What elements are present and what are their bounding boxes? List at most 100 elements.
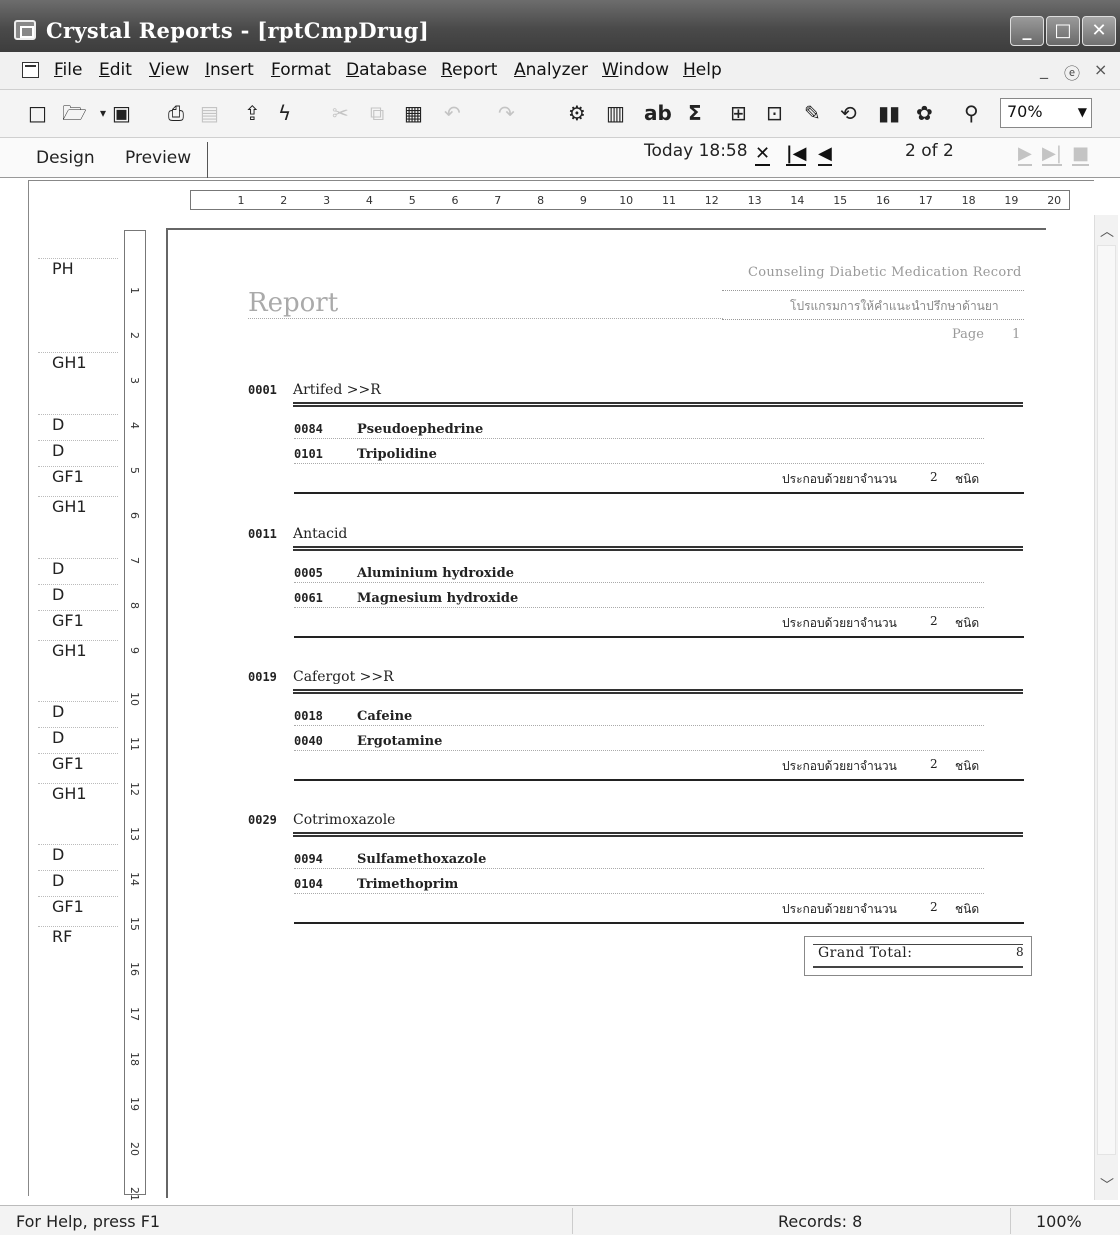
undo-icon[interactable]: ↶ bbox=[444, 100, 461, 126]
detail-rule bbox=[294, 725, 984, 726]
group-name: Cafergot >>R bbox=[293, 669, 394, 685]
detail-code: 0104 bbox=[294, 877, 323, 891]
vertical-scrollbar[interactable]: ︿ ﹀ bbox=[1094, 215, 1118, 1200]
section-label[interactable]: GF1 bbox=[38, 610, 118, 634]
ruler-tick-label: 5 bbox=[128, 467, 141, 474]
map-icon[interactable]: ✿ bbox=[916, 100, 933, 126]
detail-rule bbox=[294, 893, 984, 894]
section-label[interactable]: D bbox=[38, 727, 118, 751]
expert-icon[interactable]: ⟲ bbox=[840, 100, 857, 126]
menu-insert[interactable]: Insert bbox=[205, 60, 254, 80]
page-indicator: 2 of 2 bbox=[905, 141, 954, 161]
group-header-rule bbox=[293, 689, 1023, 694]
menu-window[interactable]: Window bbox=[602, 60, 669, 80]
status-divider bbox=[572, 1208, 573, 1234]
section-label[interactable]: D bbox=[38, 584, 118, 608]
section-label[interactable]: GH1 bbox=[38, 496, 118, 520]
first-page-icon[interactable]: |◀ bbox=[786, 143, 807, 166]
ruler-tick-label: 15 bbox=[833, 194, 848, 207]
print-icon[interactable]: ⎙ bbox=[168, 100, 184, 126]
chart-icon[interactable]: ▮▮ bbox=[878, 100, 900, 126]
section-label[interactable]: RF bbox=[38, 926, 118, 950]
section-label[interactable]: GF1 bbox=[38, 466, 118, 490]
maximize-button[interactable]: □ bbox=[1046, 16, 1080, 46]
copy-icon[interactable]: ⧉ bbox=[370, 100, 384, 126]
ruler-tick-label: 20 bbox=[1047, 194, 1062, 207]
ruler-tick-label: 10 bbox=[128, 692, 141, 706]
minimize-button[interactable]: _ bbox=[1010, 16, 1044, 46]
text-object-icon[interactable]: ab bbox=[644, 100, 672, 126]
save-icon[interactable]: ▣ bbox=[112, 100, 131, 126]
menu-format[interactable]: Format bbox=[271, 60, 331, 80]
window-title: Crystal Reports - [rptCmpDrug] bbox=[46, 18, 429, 43]
menu-analyzer[interactable]: Analyzer bbox=[514, 60, 588, 80]
ruler-tick-label: 4 bbox=[365, 194, 373, 207]
section-label[interactable]: PH bbox=[38, 258, 118, 282]
detail-code: 0061 bbox=[294, 591, 323, 605]
export-icon[interactable]: ⇪ bbox=[244, 100, 261, 126]
section-label[interactable]: D bbox=[38, 414, 118, 438]
ruler-tick-label: 7 bbox=[494, 194, 502, 207]
open-dropdown-icon[interactable]: ▾ bbox=[100, 100, 106, 126]
section-label[interactable]: GH1 bbox=[38, 640, 118, 664]
field-explorer-icon[interactable]: ⚙ bbox=[568, 100, 586, 126]
scroll-down-icon[interactable]: ﹀ bbox=[1100, 1175, 1114, 1195]
toolbar: □ 🗁 ▾ ▣ ⎙ ▤ ⇪ ϟ ✂ ⧉ ▦ ↶ ↷ ⚙ ▥ ab Σ ⊞ ⊡ ✎… bbox=[0, 90, 1120, 138]
close-button[interactable]: ✕ bbox=[1082, 16, 1116, 46]
refresh-icon[interactable]: ϟ bbox=[278, 100, 291, 126]
open-icon[interactable]: 🗁 bbox=[62, 100, 87, 126]
last-page-icon[interactable]: ▶| bbox=[1042, 143, 1062, 166]
section-label[interactable]: D bbox=[38, 558, 118, 582]
group-name: Antacid bbox=[293, 526, 348, 542]
formula-icon[interactable]: ✎ bbox=[804, 100, 821, 126]
section-label[interactable]: D bbox=[38, 844, 118, 868]
mdi-restore-button[interactable]: ⓔ bbox=[1064, 60, 1080, 84]
close-preview-icon[interactable]: ✕ bbox=[755, 143, 771, 166]
mdi-close-button[interactable]: × bbox=[1094, 60, 1107, 79]
insert-subreport-icon[interactable]: ⊡ bbox=[766, 100, 783, 126]
detail-code: 0005 bbox=[294, 566, 323, 580]
chevron-down-icon[interactable]: ▼ bbox=[1078, 105, 1087, 119]
section-label[interactable]: D bbox=[38, 440, 118, 464]
section-label[interactable]: GH1 bbox=[38, 783, 118, 807]
insert-group-icon[interactable]: ⊞ bbox=[730, 100, 747, 126]
ruler-tick-label: 10 bbox=[619, 194, 634, 207]
detail-code: 0040 bbox=[294, 734, 323, 748]
menu-view[interactable]: View bbox=[149, 60, 189, 80]
detail-rule bbox=[294, 463, 984, 464]
section-label[interactable]: GF1 bbox=[38, 896, 118, 920]
menu-report[interactable]: Report bbox=[441, 60, 497, 80]
stop-icon[interactable]: ■ bbox=[1072, 143, 1090, 166]
section-label[interactable]: D bbox=[38, 870, 118, 894]
section-label[interactable]: D bbox=[38, 701, 118, 725]
scroll-thumb[interactable] bbox=[1097, 245, 1116, 1155]
summary-icon[interactable]: Σ bbox=[688, 100, 702, 126]
zoom-select[interactable]: 70% ▼ bbox=[1000, 98, 1092, 128]
document-menu-icon[interactable] bbox=[22, 62, 39, 78]
menu-file[interactable]: File bbox=[54, 60, 82, 80]
menu-edit[interactable]: Edit bbox=[99, 60, 132, 80]
tab-design[interactable]: Design bbox=[36, 148, 95, 168]
section-label[interactable]: GF1 bbox=[38, 753, 118, 777]
new-icon[interactable]: □ bbox=[28, 100, 47, 126]
menu-help[interactable]: Help bbox=[683, 60, 722, 80]
next-page-icon[interactable]: ▶ bbox=[1018, 143, 1032, 166]
mdi-minimize-button[interactable]: _ bbox=[1040, 60, 1048, 79]
paste-icon[interactable]: ▦ bbox=[404, 100, 423, 126]
detail-name: Magnesium hydroxide bbox=[357, 591, 519, 606]
insert-table-icon[interactable]: ▥ bbox=[606, 100, 625, 126]
crystal-reports-icon bbox=[14, 20, 36, 40]
detail-code: 0084 bbox=[294, 422, 323, 436]
redo-icon[interactable]: ↷ bbox=[498, 100, 515, 126]
previous-page-icon[interactable]: ◀ bbox=[818, 143, 832, 166]
report-title: Counseling Diabetic Medication Record bbox=[748, 265, 1022, 280]
ruler-tick-label: 11 bbox=[662, 194, 676, 207]
menu-database[interactable]: Database bbox=[346, 60, 427, 80]
print-preview-icon[interactable]: ▤ bbox=[200, 100, 219, 126]
tab-preview[interactable]: Preview bbox=[125, 148, 191, 168]
search-icon[interactable]: ⚲ bbox=[964, 100, 979, 126]
scroll-up-icon[interactable]: ︿ bbox=[1100, 221, 1114, 241]
ruler-tick-label: 3 bbox=[128, 377, 141, 384]
section-label[interactable]: GH1 bbox=[38, 352, 118, 376]
cut-icon[interactable]: ✂ bbox=[332, 100, 349, 126]
